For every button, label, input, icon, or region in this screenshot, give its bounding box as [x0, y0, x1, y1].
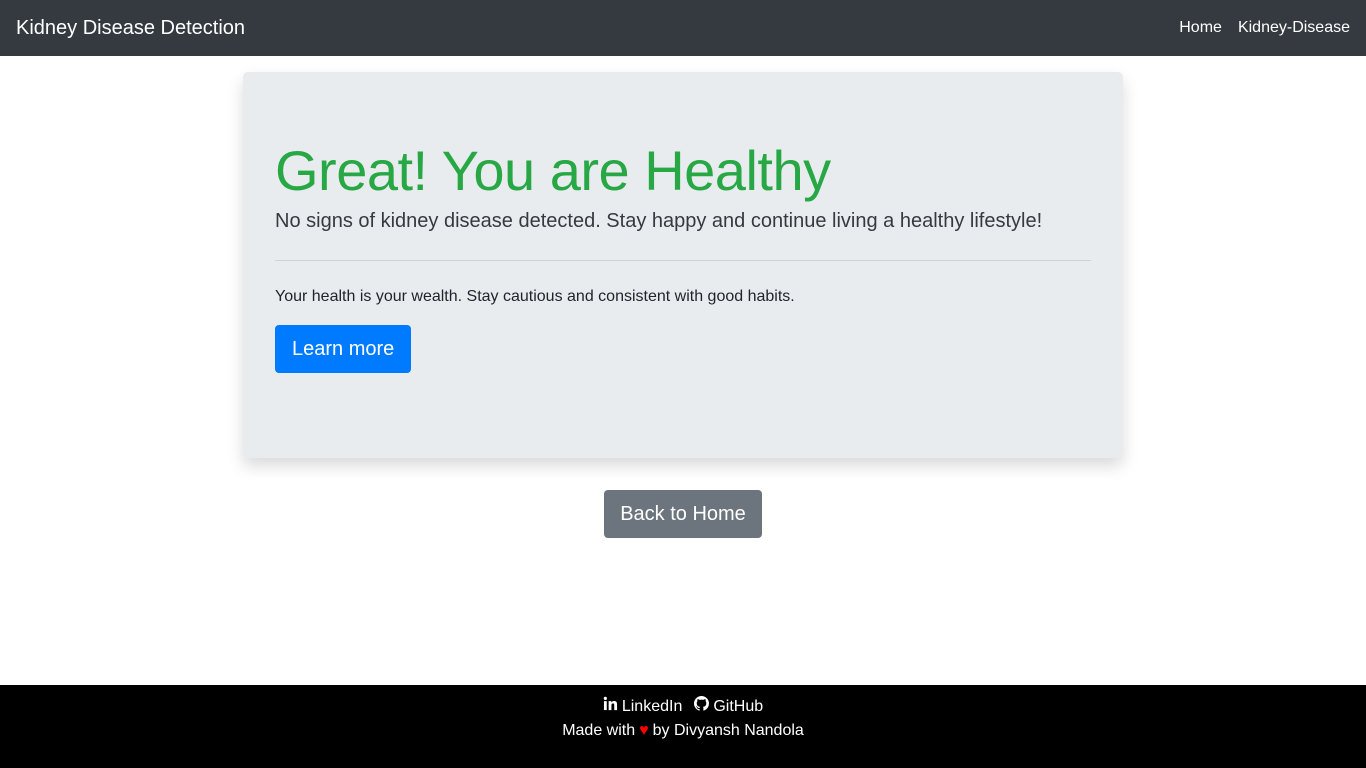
- result-heading: Great! You are Healthy: [275, 139, 831, 202]
- footer: LinkedIn GitHub Made with ♥ by Divyansh Na…: [0, 685, 1366, 768]
- github-label: GitHub: [713, 698, 764, 715]
- learn-more-button[interactable]: Learn more: [275, 325, 412, 373]
- github-icon: [694, 695, 713, 719]
- nav-links: Home Kidney-Disease: [1163, 16, 1350, 40]
- footer-credit: Made with ♥ by Divyansh Nandola: [0, 719, 1366, 743]
- result-message: Your health is your wealth. Stay cautiou…: [275, 288, 795, 305]
- navbar: Kidney Disease Detection Home Kidney-Dis…: [0, 0, 1366, 56]
- nav-link-kidney-disease[interactable]: Kidney-Disease: [1238, 16, 1350, 40]
- result-lead: No signs of kidney disease detected. Sta…: [275, 210, 1043, 232]
- linkedin-link[interactable]: LinkedIn: [603, 695, 683, 719]
- github-link[interactable]: GitHub: [694, 695, 763, 719]
- linkedin-icon: [603, 695, 622, 719]
- divider: [275, 260, 1091, 261]
- back-to-home-button[interactable]: Back to Home: [604, 490, 762, 538]
- brand-link[interactable]: Kidney Disease Detection: [16, 13, 245, 43]
- footer-links: LinkedIn GitHub: [0, 695, 1366, 719]
- nav-link-home[interactable]: Home: [1179, 16, 1222, 40]
- linkedin-label: LinkedIn: [621, 698, 683, 715]
- result-card: Great! You are Healthy No signs of kidne…: [243, 72, 1123, 458]
- heart-icon: ♥: [639, 722, 649, 739]
- author-text: by Divyansh Nandola: [652, 722, 804, 739]
- made-with-text: Made with: [562, 722, 636, 739]
